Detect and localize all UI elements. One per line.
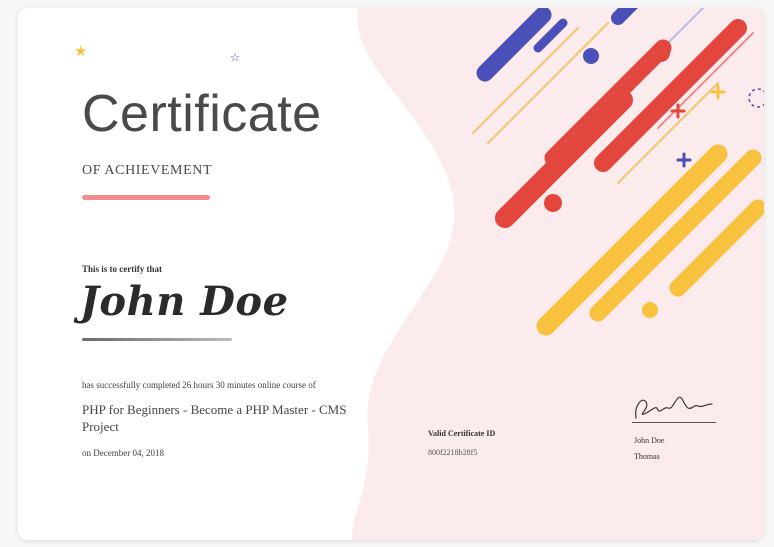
star-filled-icon: ★ <box>74 42 88 60</box>
signer-name: John Doe <box>634 436 665 445</box>
signature-line <box>632 422 716 423</box>
completion-date: on December 04, 2018 <box>82 448 164 458</box>
accent-underline <box>82 195 210 200</box>
certificate-subtitle: OF ACHIEVEMENT <box>82 163 213 178</box>
certificate-title: Certificate <box>82 85 322 143</box>
certificate-id-value: 800f2218b28f5 <box>428 448 478 457</box>
red-dot-1 <box>544 194 562 212</box>
certificate-card: ★ ☆ Certificate OF ACHIEVEMENT This is t… <box>18 8 764 540</box>
signer-title: Thomas <box>634 452 660 461</box>
course-title: PHP for Beginners - Become a PHP Master … <box>82 402 347 434</box>
certificate-id-label: Valid Certificate ID <box>428 429 496 438</box>
signature-image <box>635 396 713 419</box>
recipient-name: John Doe <box>80 278 289 325</box>
certify-text: This is to certify that <box>82 264 162 274</box>
star-outline-icon: ☆ <box>230 51 240 64</box>
red-dot-2 <box>652 44 670 62</box>
page: ★ ☆ Certificate OF ACHIEVEMENT This is t… <box>0 0 774 547</box>
name-underline <box>82 338 232 341</box>
completion-text: has successfully completed 26 hours 30 m… <box>82 380 316 390</box>
yellow-dot <box>642 302 658 318</box>
blue-dot <box>583 48 599 64</box>
